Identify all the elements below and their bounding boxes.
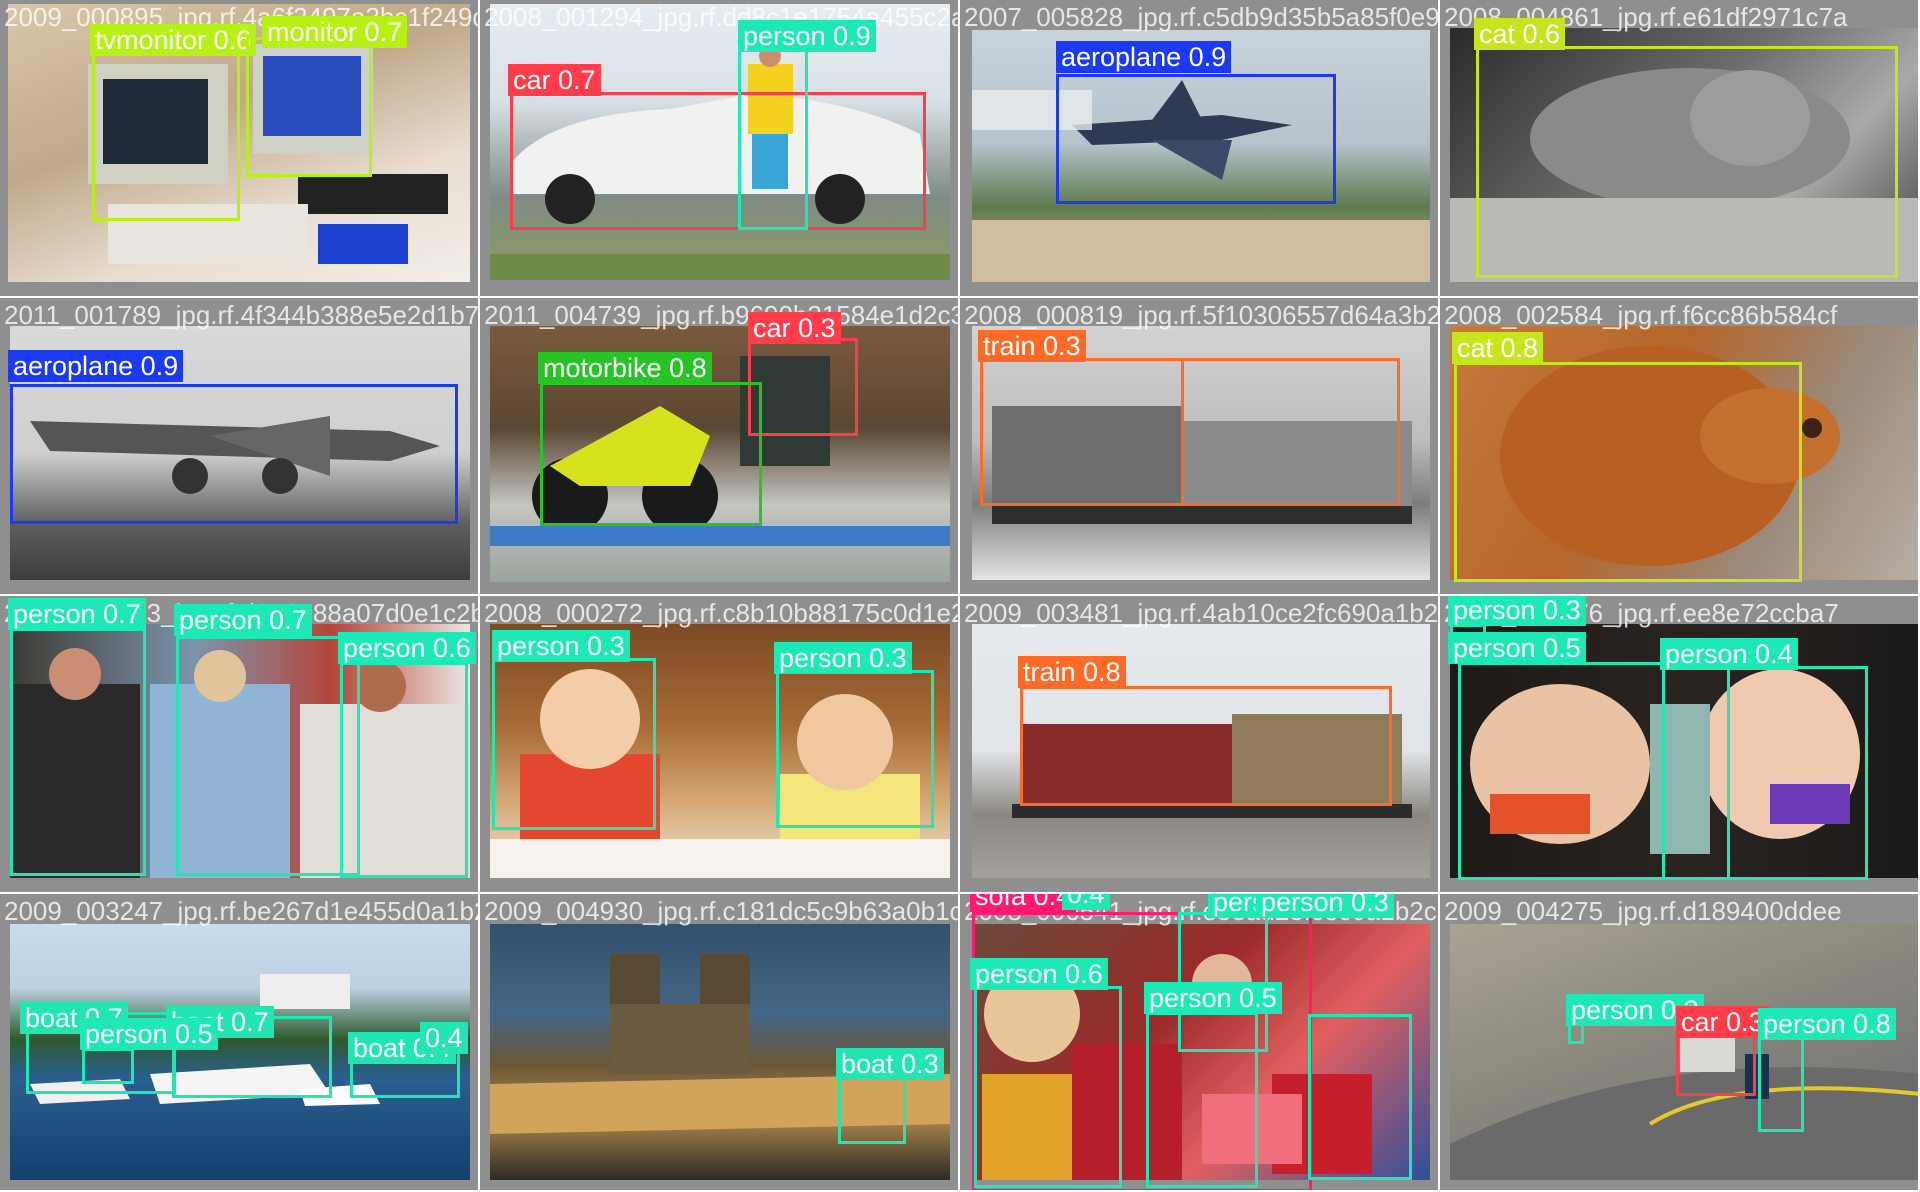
tile-diesel-train: 2008_000819_jpg.rf.5f10306557d64a3b2c1e0… [960, 298, 1440, 596]
detection-label: aeroplane 0.9 [1056, 41, 1232, 73]
filename-label: 2008_000819_jpg.rf.5f10306557d64a3b2c1e0… [964, 300, 1440, 330]
detection-label: sofa 0.4 [970, 894, 1077, 912]
detection-label: person 0.3 [774, 642, 912, 674]
detection-label: car 0.3 [1676, 1006, 1769, 1038]
detection-label: person 0.5 [1448, 632, 1586, 664]
tile-boats: 2009_003247_jpg.rf.be267d1e455d0a1b2c3d4… [0, 894, 480, 1192]
detection-box [1662, 666, 1868, 880]
detection-label: motorbike 0.8 [538, 352, 712, 384]
detection-label: cat 0.8 [1452, 332, 1544, 364]
filename-label: 2009_003481_jpg.rf.4ab10ce2fc690a1b2c3d4… [964, 598, 1439, 628]
detection-label: person 0.7 [174, 604, 312, 636]
detection-box [1308, 1014, 1412, 1180]
tile-photographers: 2011_001843_jpg.rf.d873788a07d0e1c2b3a4f… [0, 596, 480, 894]
detection-label: person 0.6 [970, 958, 1108, 990]
filename-label: 2008_002584_jpg.rf.f6cc86b584cf [1444, 300, 1838, 330]
tile-children-restaurant: 2008_000272_jpg.rf.c8b10b88175c0d1e2f3a4… [480, 596, 960, 894]
detection-box [492, 658, 656, 830]
detection-label: person 0.3 [492, 630, 630, 662]
filename-label: 2009_004275_jpg.rf.d189400ddee [1444, 896, 1842, 926]
detection-label: cat 0.6 [1474, 18, 1566, 50]
detection-box [10, 628, 146, 876]
detection-label: person 0.6 [338, 632, 476, 664]
detection-label: monitor 0.7 [262, 16, 408, 48]
detection-label: person 0.3 [1448, 596, 1586, 626]
detection-box [748, 338, 858, 436]
filename-label: 2009_004930_jpg.rf.c181dc5c9b63a0b1c2d3e… [484, 896, 960, 926]
detection-label: person 0.4 [1660, 638, 1798, 670]
detection-label: person 0.5 [80, 1018, 218, 1050]
detection-label: train 0.8 [1018, 656, 1126, 688]
detection-box [838, 1076, 906, 1144]
filename-label: 2007_005828_jpg.rf.c5db9d35b5a85f0e9b3c1… [964, 2, 1440, 32]
filename-label: 2011_001789_jpg.rf.4f344b388e5e2d1b7a0c9… [4, 300, 480, 330]
detection-box [1476, 46, 1898, 278]
detection-box [246, 37, 372, 177]
filename-label: 2009_003247_jpg.rf.be267d1e455d0a1b2c3d4… [4, 896, 478, 926]
detection-box [1758, 1034, 1804, 1132]
detection-box [1454, 362, 1802, 582]
detection-box [980, 358, 1400, 506]
detection-box [738, 44, 808, 230]
detection-box [340, 662, 468, 878]
detection-label: aeroplane 0.9 [8, 350, 184, 382]
detection-box [776, 670, 934, 828]
tile-cat: 2008_004861_jpg.rf.e61df2971c7a cat 0.6 [1440, 0, 1920, 298]
detection-box [1020, 686, 1392, 806]
detection-box [82, 1048, 134, 1084]
tile-road-motorcycles: 2009_004275_jpg.rf.d189400ddee person 0.… [1440, 894, 1920, 1192]
detection-label: person 0.3 [1256, 894, 1394, 918]
detection-label: car 0.7 [508, 64, 601, 96]
filename-label: 2008_000272_jpg.rf.c8b10b88175c0d1e2f3a4… [484, 598, 958, 628]
tile-cathedral: 2009_004930_jpg.rf.c181dc5c9b63a0b1c2d3e… [480, 894, 960, 1192]
detection-box [176, 636, 360, 876]
tile-freight-train: 2009_003481_jpg.rf.4ab10ce2fc690a1b2c3d4… [960, 596, 1440, 894]
detection-label: 0.4 [420, 1022, 468, 1054]
detection-box [510, 92, 926, 230]
tile-sumo: 2008_004676_jpg.rf.ee8e72ccba7 person 0.… [1440, 596, 1920, 894]
detection-box [1146, 1012, 1258, 1188]
detection-label: person 0.5 [1144, 982, 1282, 1014]
detection-label: car 0.3 [748, 312, 841, 344]
detection-box [1056, 74, 1336, 204]
tile-motorbike: 2011_004739_jpg.rf.b9690b31584e1d2c3b4a5… [480, 298, 960, 596]
tile-office-monitors: 2009_000895_jpg.rf.4a6f2497a3bc1f249d61a… [0, 0, 480, 298]
detection-label: 0.4 [1062, 894, 1110, 910]
filename-label: 2008_001294_jpg.rf.dd8c1e1754a455c2a1b0f… [484, 2, 958, 32]
detection-box [1676, 1032, 1756, 1096]
detection-label: person 0.8 [1758, 1008, 1896, 1040]
detection-label: person 0.7 [8, 598, 146, 630]
filename-label: 2011_004739_jpg.rf.b9690b31584e1d2c3b4a5… [484, 300, 958, 330]
tile-fighter-jet: 2007_005828_jpg.rf.c5db9d35b5a85f0e9b3c1… [960, 0, 1440, 298]
detection-label: person 0.9 [738, 20, 876, 52]
detection-label: boat 0.3 [836, 1048, 944, 1080]
tile-man-car: 2008_001294_jpg.rf.dd8c1e1754a455c2a1b0f… [480, 0, 960, 298]
detection-grid: 2009_000895_jpg.rf.4a6f2497a3bc1f249d61a… [0, 0, 1920, 1192]
tile-family-reading: 2008_006541_jpg.rf.e53ad23fcec0a1b2c3d4e… [960, 894, 1440, 1192]
detection-label: tvmonitor 0.6 [90, 24, 257, 56]
tile-golden-retriever: 2008_002584_jpg.rf.f6cc86b584cf cat 0.8 [1440, 298, 1920, 596]
tile-vintage-airplane: 2011_001789_jpg.rf.4f344b388e5e2d1b7a0c9… [0, 298, 480, 596]
detection-box [92, 43, 240, 221]
detection-box [974, 986, 1122, 1188]
detection-box [540, 382, 762, 526]
detection-box [10, 384, 458, 524]
